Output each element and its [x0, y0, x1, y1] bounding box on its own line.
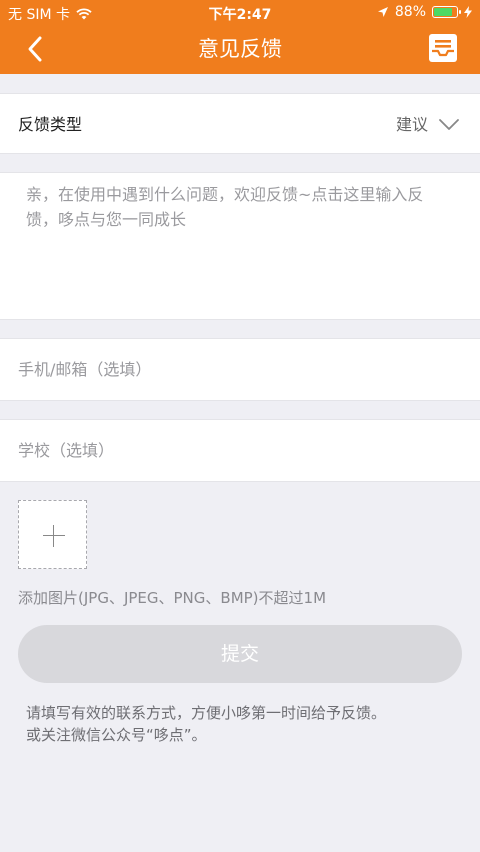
contact-hint: 请填写有效的联系方式，方便小哆第一时间给予反馈。 或关注微信公众号“哆点”。	[26, 702, 462, 746]
battery-icon	[432, 6, 461, 18]
contact-hint-line-1: 请填写有效的联系方式，方便小哆第一时间给予反馈。	[26, 704, 387, 722]
chevron-down-icon[interactable]	[438, 113, 460, 135]
message-inbox-button[interactable]	[428, 33, 458, 63]
navigation-bar: 意见反馈	[0, 24, 480, 74]
feedback-content-box	[0, 172, 480, 320]
feedback-type-label: 反馈类型	[18, 115, 83, 134]
contact-hint-line-2: 或关注微信公众号“哆点”。	[26, 726, 207, 744]
page-title: 意见反馈	[198, 37, 282, 61]
battery-fill	[434, 8, 452, 16]
status-bar: 无 SIM 卡 下午2:47 88%	[0, 0, 480, 24]
contact-input[interactable]	[0, 339, 480, 400]
location-arrow-icon	[377, 7, 388, 17]
plus-icon-vertical	[53, 525, 54, 547]
plus-icon	[43, 535, 65, 536]
submit-button[interactable]: 提交	[18, 625, 462, 683]
battery-percent: 88%	[394, 4, 426, 20]
school-row	[0, 419, 480, 482]
contact-row	[0, 338, 480, 401]
feedback-type-value[interactable]: 建议	[396, 94, 428, 155]
feedback-type-selector[interactable]: 反馈类型 建议	[0, 93, 480, 154]
message-inbox-icon	[429, 34, 457, 62]
feedback-content-input[interactable]	[0, 173, 480, 319]
school-input[interactable]	[0, 420, 480, 481]
status-right: 88%	[377, 4, 472, 20]
charging-bolt-icon	[464, 6, 472, 18]
image-hint-text: 添加图片(JPG、JPEG、PNG、BMP)不超过1M	[18, 589, 327, 607]
add-image-button[interactable]	[18, 500, 87, 569]
